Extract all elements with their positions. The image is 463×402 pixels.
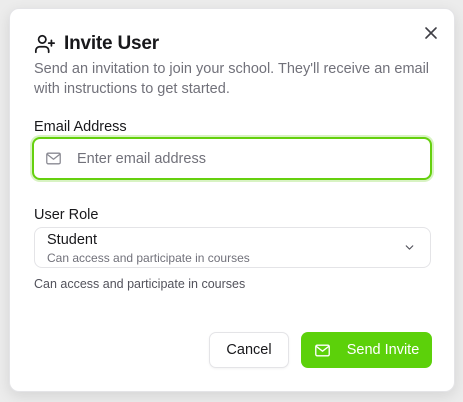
dialog-title: Invite User (64, 33, 159, 54)
user-plus-icon (34, 34, 56, 54)
close-icon[interactable] (424, 26, 438, 40)
role-select[interactable]: Student Can access and participate in co… (34, 227, 431, 268)
dialog-description: Send an invitation to join your school. … (34, 61, 430, 97)
email-field-wrapper[interactable] (32, 137, 432, 180)
invite-user-dialog: Invite User Send an invitation to join y… (9, 8, 455, 392)
send-invite-label: Send Invite (346, 342, 420, 358)
role-selected-description: Can access and participate in courses (47, 251, 250, 265)
close-button[interactable] (422, 24, 440, 42)
send-invite-button[interactable]: Send Invite (301, 332, 432, 368)
email-input[interactable] (75, 149, 399, 168)
role-label: User Role (34, 207, 99, 223)
mail-icon (314, 344, 330, 356)
cancel-button[interactable]: Cancel (209, 332, 289, 368)
role-selected-title: Student (47, 232, 97, 248)
dialog-header: Invite User (34, 33, 159, 55)
email-label: Email Address (34, 119, 127, 135)
chevron-down-icon (403, 241, 416, 254)
role-helper-text: Can access and participate in courses (34, 277, 246, 291)
mail-icon (45, 150, 62, 167)
